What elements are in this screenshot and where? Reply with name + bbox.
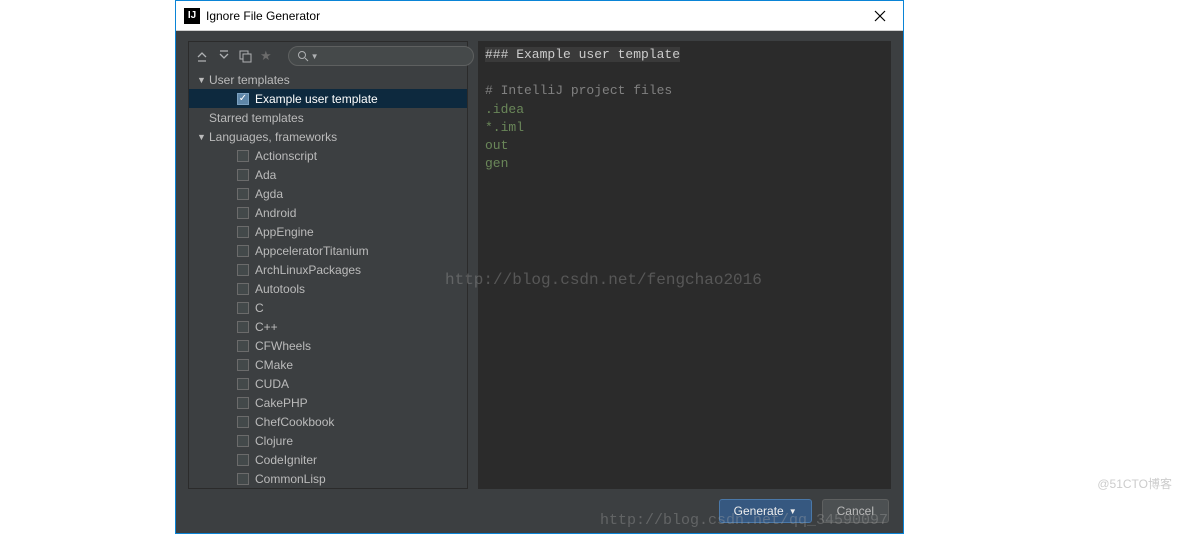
checkbox[interactable] <box>237 245 249 257</box>
chevron-down-icon: ▼ <box>789 507 797 516</box>
code-line: out <box>485 137 884 155</box>
code-line: ### Example user template <box>485 46 884 64</box>
tree-item-label: Android <box>255 206 296 220</box>
chevron-down-icon: ▼ <box>311 52 319 61</box>
tree-group[interactable]: ▼Languages, frameworks <box>189 127 467 146</box>
tree-item[interactable]: CakePHP <box>189 393 467 412</box>
checkbox[interactable]: ✓ <box>237 93 249 105</box>
app-icon: IJ <box>184 8 200 24</box>
tree-item-label: Example user template <box>255 92 378 106</box>
generate-label: Generate <box>734 504 784 518</box>
tree-item[interactable]: CommonLisp <box>189 469 467 488</box>
tree-item-label: CommonLisp <box>255 472 326 486</box>
checkbox[interactable] <box>237 473 249 485</box>
dialog-body: ★ ▼ ▼User templates✓Example user templat… <box>176 31 903 489</box>
code-line: gen <box>485 155 884 173</box>
checkbox[interactable] <box>237 397 249 409</box>
checkbox[interactable] <box>237 169 249 181</box>
checkbox[interactable] <box>237 302 249 314</box>
close-icon <box>874 10 886 22</box>
tree-item[interactable]: AppEngine <box>189 222 467 241</box>
preview-panel: ### Example user template # IntelliJ pro… <box>478 41 891 489</box>
tree-item-label: Clojure <box>255 434 293 448</box>
checkbox[interactable] <box>237 226 249 238</box>
checkbox[interactable] <box>237 207 249 219</box>
checkbox[interactable] <box>237 283 249 295</box>
tree-group[interactable]: Starred templates <box>189 108 467 127</box>
tree-item-label: ChefCookbook <box>255 415 334 429</box>
copy-icon[interactable] <box>239 48 252 64</box>
checkbox[interactable] <box>237 416 249 428</box>
arrow-down-icon: ▼ <box>197 75 209 85</box>
tree-item-label: ArchLinuxPackages <box>255 263 361 277</box>
code-line: .idea <box>485 101 884 119</box>
tree-item-label: CodeIgniter <box>255 453 317 467</box>
dialog-window: IJ Ignore File Generator ★ ▼ <box>175 0 904 534</box>
checkbox[interactable] <box>237 378 249 390</box>
dialog-footer: Generate ▼ Cancel <box>176 489 903 533</box>
code-line <box>485 64 884 82</box>
search-icon <box>297 50 309 62</box>
code-line: *.iml <box>485 119 884 137</box>
tree-item[interactable]: CodeIgniter <box>189 450 467 469</box>
tree-item[interactable]: ArchLinuxPackages <box>189 260 467 279</box>
window-title: Ignore File Generator <box>206 9 865 23</box>
tree-group-label: Starred templates <box>209 111 304 125</box>
template-tree[interactable]: ▼User templates✓Example user templateSta… <box>189 70 467 488</box>
close-button[interactable] <box>865 1 895 31</box>
tree-item[interactable]: C++ <box>189 317 467 336</box>
left-panel: ★ ▼ ▼User templates✓Example user templat… <box>188 41 468 489</box>
tree-item[interactable]: Clojure <box>189 431 467 450</box>
checkbox[interactable] <box>237 454 249 466</box>
tree-item-label: C <box>255 301 264 315</box>
expand-all-icon[interactable] <box>195 48 209 64</box>
tree-group-label: User templates <box>209 73 290 87</box>
tree-item[interactable]: Actionscript <box>189 146 467 165</box>
search-field[interactable] <box>323 50 465 62</box>
corner-watermark: @51CTO博客 <box>1097 475 1172 492</box>
tree-item-label: CFWheels <box>255 339 311 353</box>
tree-item-label: CakePHP <box>255 396 308 410</box>
checkbox[interactable] <box>237 340 249 352</box>
tree-item[interactable]: CMake <box>189 355 467 374</box>
tree-item[interactable]: CFWheels <box>189 336 467 355</box>
tree-item-label: AppEngine <box>255 225 314 239</box>
checkbox[interactable] <box>237 321 249 333</box>
checkbox[interactable] <box>237 150 249 162</box>
collapse-all-icon[interactable] <box>217 48 231 64</box>
tree-item[interactable]: CUDA <box>189 374 467 393</box>
tree-item-label: CMake <box>255 358 293 372</box>
tree-item[interactable]: AppceleratorTitanium <box>189 241 467 260</box>
cancel-button[interactable]: Cancel <box>822 499 889 523</box>
generate-button[interactable]: Generate ▼ <box>719 499 812 523</box>
titlebar: IJ Ignore File Generator <box>176 1 903 31</box>
tree-item-label: Agda <box>255 187 283 201</box>
tree-item[interactable]: Agda <box>189 184 467 203</box>
tree-item[interactable]: Autotools <box>189 279 467 298</box>
tree-item[interactable]: Android <box>189 203 467 222</box>
tree-group-label: Languages, frameworks <box>209 130 337 144</box>
left-toolbar: ★ ▼ <box>189 42 467 70</box>
search-input[interactable]: ▼ <box>288 46 474 66</box>
checkbox[interactable] <box>237 188 249 200</box>
tree-item[interactable]: ChefCookbook <box>189 412 467 431</box>
tree-item-label: Ada <box>255 168 276 182</box>
checkbox[interactable] <box>237 264 249 276</box>
tree-group[interactable]: ▼User templates <box>189 70 467 89</box>
tree-item[interactable]: Ada <box>189 165 467 184</box>
tree-item[interactable]: ✓ Example user template <box>189 89 467 108</box>
tree-item-label: C++ <box>255 320 278 334</box>
cancel-label: Cancel <box>837 504 874 518</box>
tree-item-label: Autotools <box>255 282 305 296</box>
tree-item-label: CUDA <box>255 377 289 391</box>
arrow-down-icon: ▼ <box>197 132 209 142</box>
tree-item-label: Actionscript <box>255 149 317 163</box>
tree-item[interactable]: C <box>189 298 467 317</box>
star-icon[interactable]: ★ <box>260 48 272 64</box>
checkbox[interactable] <box>237 435 249 447</box>
code-line: # IntelliJ project files <box>485 82 884 100</box>
checkbox[interactable] <box>237 359 249 371</box>
tree-item-label: AppceleratorTitanium <box>255 244 369 258</box>
